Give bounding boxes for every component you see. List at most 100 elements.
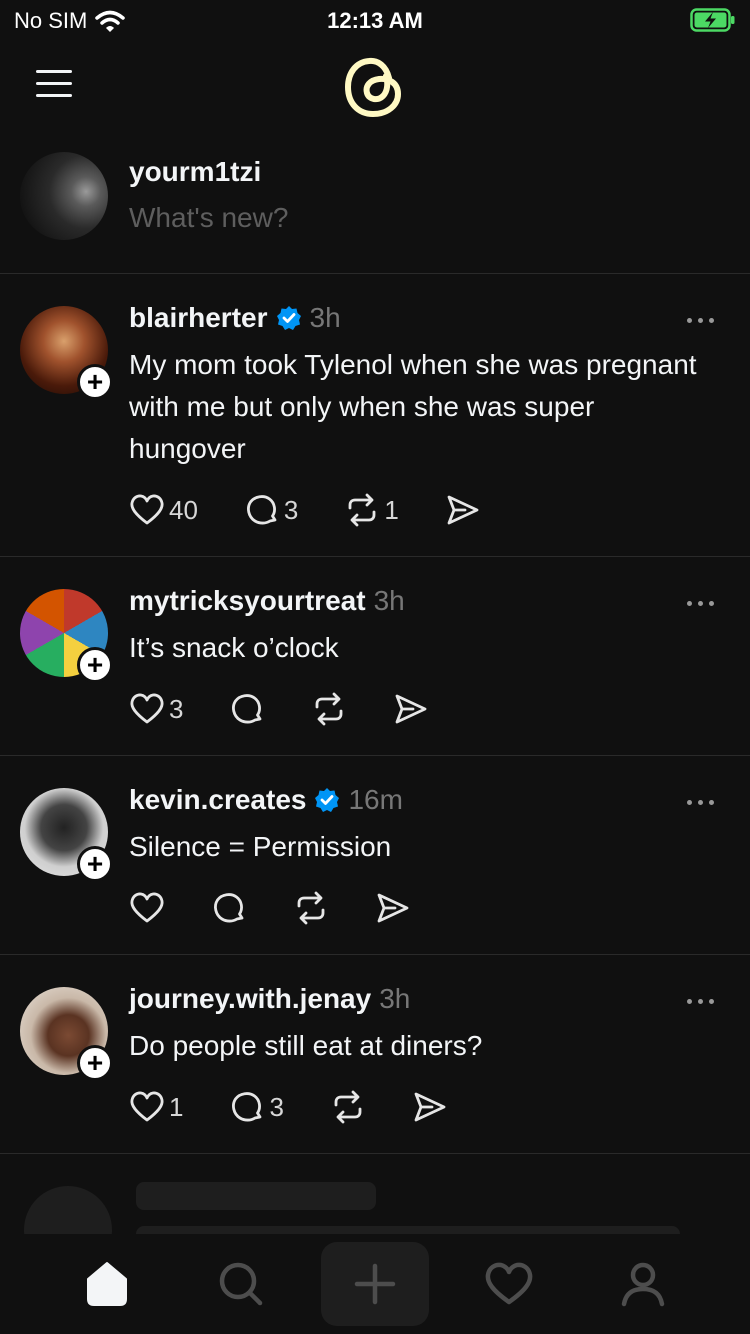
share-button[interactable] [445, 492, 481, 528]
menu-icon-line [36, 94, 72, 97]
repost-button[interactable] [293, 890, 329, 926]
follow-plus-button[interactable]: + [77, 1045, 113, 1081]
send-icon [447, 495, 479, 525]
verified-badge-icon [276, 306, 301, 330]
battery-charging-icon [690, 8, 735, 32]
repost-icon [334, 1090, 362, 1124]
search-icon [219, 1262, 263, 1306]
skeleton-avatar [24, 1186, 112, 1234]
verified-badge-icon [315, 788, 340, 812]
feed-post[interactable]: + blairherter 3h My mom took Tylenol whe… [0, 274, 750, 557]
heart-icon [485, 1262, 533, 1305]
tab-home[interactable] [53, 1242, 161, 1326]
repost-button[interactable]: 1 [344, 492, 399, 528]
status-bar: No SIM 12:13 AM [0, 0, 750, 44]
like-button[interactable]: 3 [129, 691, 183, 727]
like-count: 40 [169, 494, 198, 525]
skeleton-line [136, 1182, 376, 1210]
reply-button[interactable]: 3 [244, 492, 298, 528]
post-time: 3h [379, 983, 411, 1014]
follow-plus-button[interactable]: + [77, 846, 113, 882]
avatar[interactable] [20, 152, 108, 240]
post-header: blairherter 3h [129, 302, 341, 334]
repost-icon [348, 493, 376, 527]
tab-activity[interactable] [455, 1242, 563, 1326]
skeleton-line [136, 1226, 680, 1234]
composer-placeholder[interactable]: What's new? [129, 202, 288, 234]
composer-username: yourm1tzi [129, 156, 262, 187]
send-icon [396, 694, 427, 724]
heart-icon [130, 892, 164, 923]
new-thread-composer[interactable]: yourm1tzi What's new? [0, 150, 750, 274]
reply-button[interactable] [229, 691, 265, 727]
post-text: Do people still eat at diners? [129, 1030, 483, 1061]
reply-button[interactable] [211, 890, 247, 926]
more-options-button[interactable] [680, 310, 720, 330]
share-button[interactable] [393, 691, 429, 727]
more-options-button[interactable] [680, 792, 720, 812]
menu-button[interactable] [36, 70, 76, 100]
repost-button[interactable] [330, 1089, 366, 1125]
like-count: 3 [169, 693, 184, 724]
post-username[interactable]: kevin.creates [129, 784, 306, 816]
post-time: 3h [373, 585, 405, 616]
repost-button[interactable] [311, 691, 347, 727]
profile-icon [621, 1262, 665, 1307]
post-text: It’s snack o’clock [129, 632, 339, 663]
home-icon [87, 1262, 127, 1306]
send-icon [377, 893, 409, 923]
tab-search[interactable] [187, 1242, 295, 1326]
share-button[interactable] [375, 890, 411, 926]
heart-icon [130, 494, 164, 525]
heart-icon [130, 693, 164, 724]
repost-icon [297, 891, 325, 925]
post-header: journey.with.jenay 3h [129, 983, 410, 1015]
post-time: 16m [348, 784, 403, 815]
loading-skeleton [0, 1154, 750, 1234]
post-actions: 40 3 1 [129, 492, 527, 528]
comment-icon [232, 694, 262, 724]
top-bar [0, 44, 750, 134]
follow-plus-button[interactable]: + [77, 364, 113, 400]
menu-icon-line [36, 70, 72, 73]
like-count: 1 [169, 1091, 184, 1122]
post-actions [129, 890, 457, 926]
clock: 12:13 AM [327, 8, 423, 33]
comment-icon [232, 1092, 262, 1122]
post-text: Silence = Permission [129, 831, 392, 862]
send-icon [414, 1092, 446, 1122]
post-username[interactable]: mytricksyourtreat [129, 585, 366, 617]
like-button[interactable]: 1 [129, 1089, 183, 1125]
reply-count: 3 [283, 494, 299, 525]
share-button[interactable] [412, 1089, 448, 1125]
heart-icon [130, 1091, 164, 1122]
post-username[interactable]: journey.with.jenay [129, 983, 371, 1015]
post-actions: 1 3 [129, 1089, 494, 1125]
post-header: mytricksyourtreat 3h [129, 585, 405, 617]
feed-post[interactable]: + journey.with.jenay 3h Do people still … [0, 955, 750, 1154]
tab-profile[interactable] [589, 1242, 697, 1326]
threads-logo-icon[interactable] [342, 52, 408, 122]
follow-plus-button[interactable]: + [77, 647, 113, 683]
more-options-button[interactable] [680, 991, 720, 1011]
feed-post[interactable]: + mytricksyourtreat 3h It’s snack o’cloc… [0, 557, 750, 756]
post-text: My mom took Tylenol when she was pregnan… [129, 349, 697, 464]
like-button[interactable] [129, 890, 165, 926]
tab-compose[interactable] [321, 1242, 429, 1326]
post-time: 3h [309, 302, 341, 333]
post-header: kevin.creates 16m [129, 784, 403, 816]
like-button[interactable]: 40 [129, 492, 198, 528]
plus-icon [354, 1263, 396, 1305]
repost-icon [316, 692, 343, 726]
post-actions: 3 [129, 691, 475, 727]
comment-icon [246, 495, 277, 525]
menu-icon-line [36, 82, 72, 85]
reply-button[interactable]: 3 [229, 1089, 284, 1125]
post-username[interactable]: blairherter [129, 302, 268, 334]
feed-post[interactable]: + kevin.creates 16m Silence = Permission [0, 756, 750, 955]
bottom-tab-bar [0, 1234, 750, 1334]
repost-count: 1 [384, 494, 399, 525]
comment-icon [214, 893, 244, 923]
more-options-button[interactable] [680, 593, 720, 613]
reply-count: 3 [269, 1091, 284, 1122]
